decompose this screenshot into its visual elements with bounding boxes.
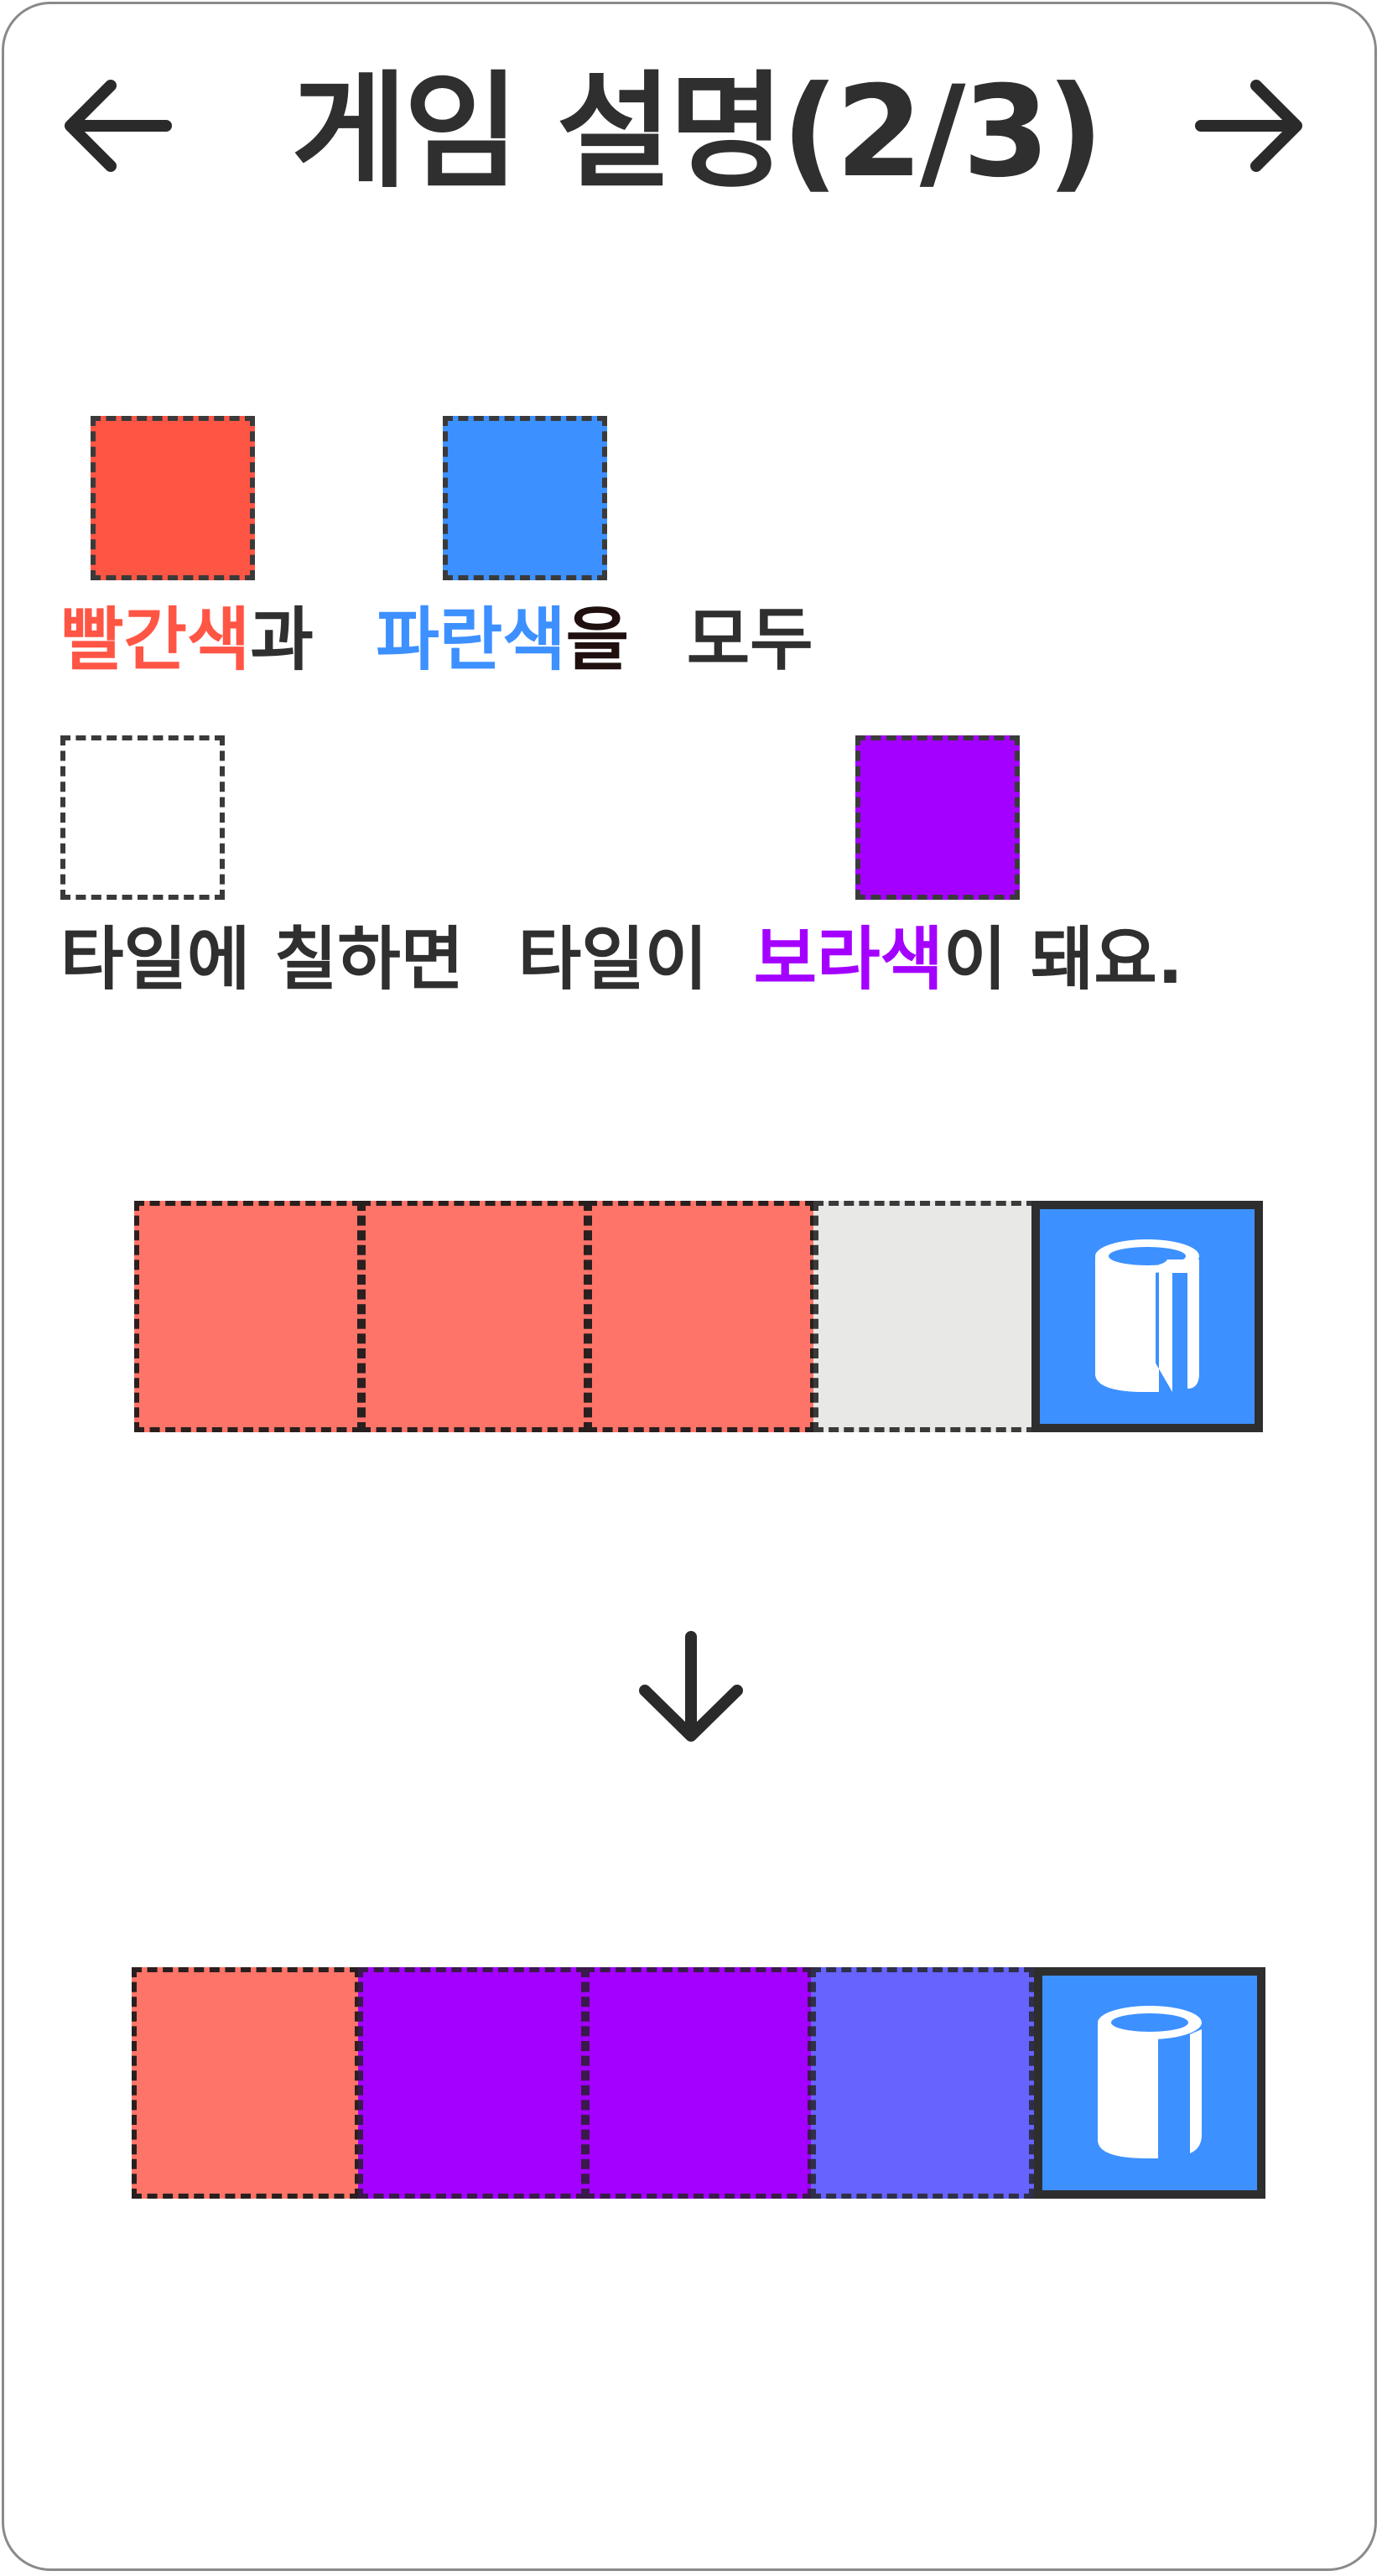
tile-empty: [813, 1201, 1036, 1432]
tile-red: [587, 1201, 815, 1432]
purple-color-word: 보라색: [753, 920, 943, 1000]
red-swatch: [91, 416, 255, 580]
tile-red: [134, 1201, 362, 1432]
example-after-row: [132, 1967, 1269, 2199]
instruction-line-1: 빨간색과 파란색을 모두: [60, 595, 813, 687]
arrow-down-icon: [639, 1631, 743, 1742]
tile-blue-mixed: [811, 1967, 1034, 2199]
tile-red: [132, 1967, 360, 2199]
particle-text: 을: [565, 600, 630, 680]
arrow-right-icon: [1195, 80, 1302, 172]
blue-color-word: 파란색: [376, 600, 566, 680]
next-page-button[interactable]: [1191, 67, 1308, 184]
page-title: 게임 설명(2/3): [291, 60, 1104, 205]
tile-purple: [358, 1967, 586, 2199]
blue-bucket-tile[interactable]: [1031, 1201, 1263, 1432]
blue-swatch: [443, 416, 607, 580]
blue-bucket-tile[interactable]: [1034, 1967, 1265, 2199]
ending-text: 이 돼요.: [943, 920, 1184, 1000]
conjunction-text: 과: [250, 600, 314, 680]
tile-purple: [584, 1967, 813, 2199]
paint-clause-text: 타일에 칠하면: [60, 920, 465, 1000]
tile-subject-text: 타일이: [517, 920, 709, 1000]
purple-swatch: [855, 735, 1020, 900]
prev-page-button[interactable]: [59, 67, 176, 184]
paint-bucket-icon: [1098, 2006, 1202, 2158]
instruction-line-2: 타일에 칠하면 타일이 보라색이 돼요.: [60, 914, 1183, 1006]
tile-red: [361, 1201, 589, 1432]
empty-swatch: [60, 735, 225, 900]
arrow-left-icon: [65, 80, 172, 172]
red-color-word: 빨간색: [60, 600, 251, 680]
result-arrow: [628, 1627, 754, 1753]
example-before-row: [134, 1201, 1268, 1432]
paint-bucket-icon: [1095, 1239, 1199, 1392]
all-text: 모두: [686, 600, 813, 680]
